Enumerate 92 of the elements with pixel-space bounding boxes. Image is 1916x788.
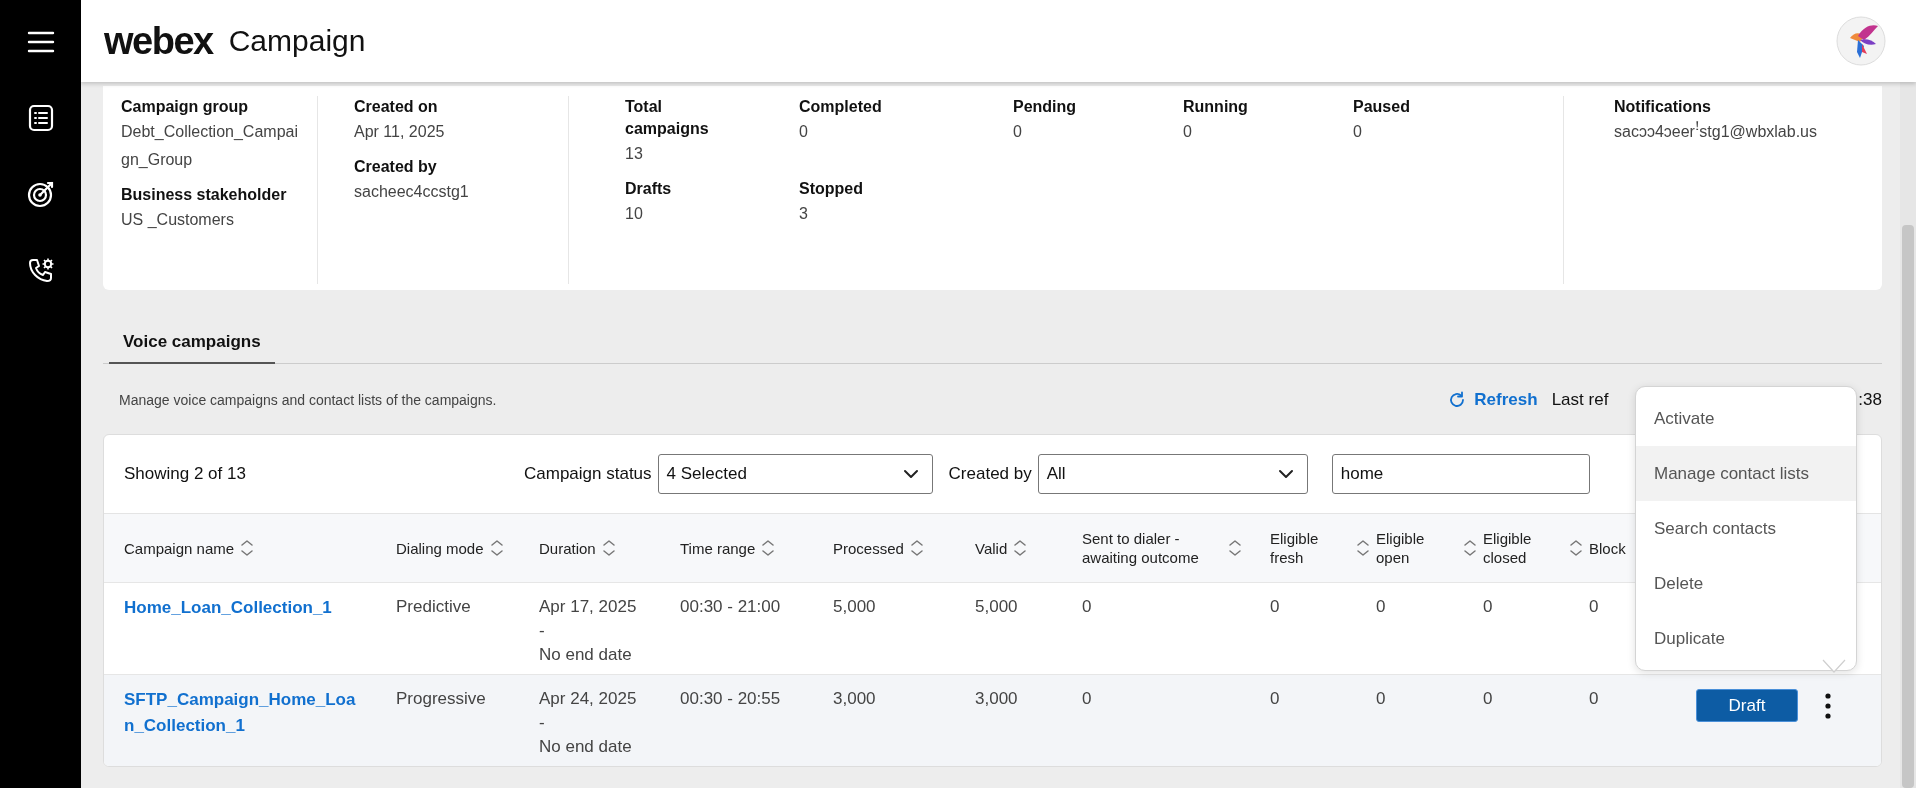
logo-text: webex xyxy=(104,19,213,63)
column-header[interactable]: Valid xyxy=(975,538,1008,558)
field-label: Stopped xyxy=(799,179,864,199)
column-header[interactable]: Duration xyxy=(539,538,596,558)
table-cell: Progressive xyxy=(396,689,486,708)
field-label: Total campaigns xyxy=(625,97,710,139)
campaign-link[interactable]: Home_Loan_Collection_1 xyxy=(124,595,356,621)
menu-item[interactable]: Manage contact lists xyxy=(1636,446,1856,501)
field-label: Running xyxy=(1183,97,1249,117)
column-header[interactable]: Block xyxy=(1589,538,1626,558)
table-cell: 0 xyxy=(1082,597,1092,616)
table-cell: Predictive xyxy=(396,597,471,616)
field-value: 0 xyxy=(799,122,809,142)
table-cell: 5,000 xyxy=(975,597,1018,616)
app-title: Campaign xyxy=(228,24,366,58)
field-value: sacheec4ccstg1 xyxy=(354,182,470,202)
field-label: Business stakeholder xyxy=(121,185,288,205)
sort-icon[interactable] xyxy=(489,539,504,557)
menu-item[interactable]: Activate xyxy=(1636,391,1856,446)
field-value: 0 xyxy=(1183,122,1193,142)
table-cell: 0 xyxy=(1082,689,1092,708)
field-value: Apr 11, 2025 xyxy=(354,122,446,142)
status-button[interactable]: Draft xyxy=(1696,689,1798,722)
field-label: Notifications xyxy=(1614,97,1712,117)
table-cell: 0 xyxy=(1483,597,1493,616)
column-header[interactable]: Eligible closed xyxy=(1483,529,1563,567)
field-value: 13 xyxy=(625,144,644,164)
field-value: 0 xyxy=(1013,122,1023,142)
field-value: sacɔɔ4ɔeerꜝstg1@wbxlab.us xyxy=(1614,120,1818,142)
table-cell: Apr 17, 2025 - No end date xyxy=(539,597,637,664)
target-icon[interactable] xyxy=(26,180,55,208)
table-cell: 0 xyxy=(1483,689,1493,708)
refresh-link[interactable]: Refresh xyxy=(1448,390,1538,410)
table-cell: 0 xyxy=(1589,597,1599,616)
search-field[interactable]: home xyxy=(1331,454,1590,494)
more-options-icon[interactable] xyxy=(1824,692,1832,720)
table-cell: 0 xyxy=(1270,689,1280,708)
field-value: 10 xyxy=(625,204,644,224)
table-cell: 3,000 xyxy=(975,689,1018,708)
sort-icon[interactable] xyxy=(1013,539,1028,557)
field-label: Drafts xyxy=(625,179,673,199)
field-value: US _Customers xyxy=(121,210,235,230)
table-cell: 00:30 - 21:00 xyxy=(680,597,781,616)
table-cell: Apr 24, 2025 - No end date xyxy=(539,689,637,756)
table-row[interactable]: SFTP_Campaign_Home_Loan_Collection_1 Progressive Apr 24, 2025 - No end date 00:30 - 20:55 3,000 3,000 0 0 0 0 0 Draft xyxy=(104,674,1881,766)
table-cell: 00:30 - 20:55 xyxy=(680,689,781,708)
tab[interactable]: Voice campaigns xyxy=(109,332,275,364)
table-cell: 5,000 xyxy=(833,597,876,616)
list-icon[interactable] xyxy=(26,104,55,132)
table-cell: 0 xyxy=(1376,597,1386,616)
table-cell: 0 xyxy=(1376,689,1386,708)
table-cell: 0 xyxy=(1270,597,1280,616)
last-refreshed-text: Last ref xyxy=(1551,390,1609,410)
table-cell: 3,000 xyxy=(833,689,876,708)
sort-icon[interactable] xyxy=(909,539,924,557)
dropdown[interactable]: 4 Selected xyxy=(657,454,933,494)
field-label: Created by xyxy=(354,157,438,177)
field-label: Campaign group xyxy=(121,97,250,117)
sort-icon[interactable] xyxy=(761,539,776,557)
scrollbar[interactable] xyxy=(1900,82,1916,788)
phone-gear-icon[interactable] xyxy=(26,256,55,284)
sort-icon[interactable] xyxy=(601,539,616,557)
field-label: Completed xyxy=(799,97,883,117)
column-header[interactable]: Processed xyxy=(833,538,904,558)
result-count: Showing 2 of 13 xyxy=(124,464,247,484)
sort-icon[interactable] xyxy=(1228,539,1242,557)
dropdown[interactable]: All xyxy=(1037,454,1308,494)
menu-item[interactable]: Duplicate xyxy=(1636,611,1856,666)
menu-item[interactable]: Search contacts xyxy=(1636,501,1856,556)
field-value: Debt_Collection_Campaign_Group xyxy=(121,122,299,170)
description-text: Manage voice campaigns and contact lists of the campaigns. xyxy=(119,392,497,408)
filter-label: Created by xyxy=(948,464,1032,484)
field-label: Pending xyxy=(1013,97,1078,117)
field-value: 0 xyxy=(1353,122,1363,142)
table-cell: 0 xyxy=(1589,689,1599,708)
field-label: Paused xyxy=(1353,97,1411,117)
column-header[interactable]: Sent to dialer - awaiting outcome xyxy=(1082,529,1222,567)
field-value: 3 xyxy=(799,204,809,224)
sort-icon[interactable] xyxy=(1463,539,1477,557)
refresh-icon xyxy=(1448,391,1467,409)
column-header[interactable]: Campaign name xyxy=(124,538,235,558)
filter-label: Campaign status xyxy=(524,464,652,484)
column-header[interactable]: Eligible open xyxy=(1376,529,1457,567)
last-refreshed-text: :38 xyxy=(1858,390,1882,410)
campaign-link[interactable]: SFTP_Campaign_Home_Loan_Collection_1 xyxy=(124,687,356,739)
column-header[interactable]: Eligible fresh xyxy=(1270,529,1350,567)
field-label: Created on xyxy=(354,97,439,117)
sort-icon[interactable] xyxy=(1569,539,1583,557)
sort-icon[interactable] xyxy=(1356,539,1370,557)
sort-icon[interactable] xyxy=(240,539,255,557)
column-header[interactable]: Dialing mode xyxy=(396,538,484,558)
column-header[interactable]: Time range xyxy=(680,538,756,558)
